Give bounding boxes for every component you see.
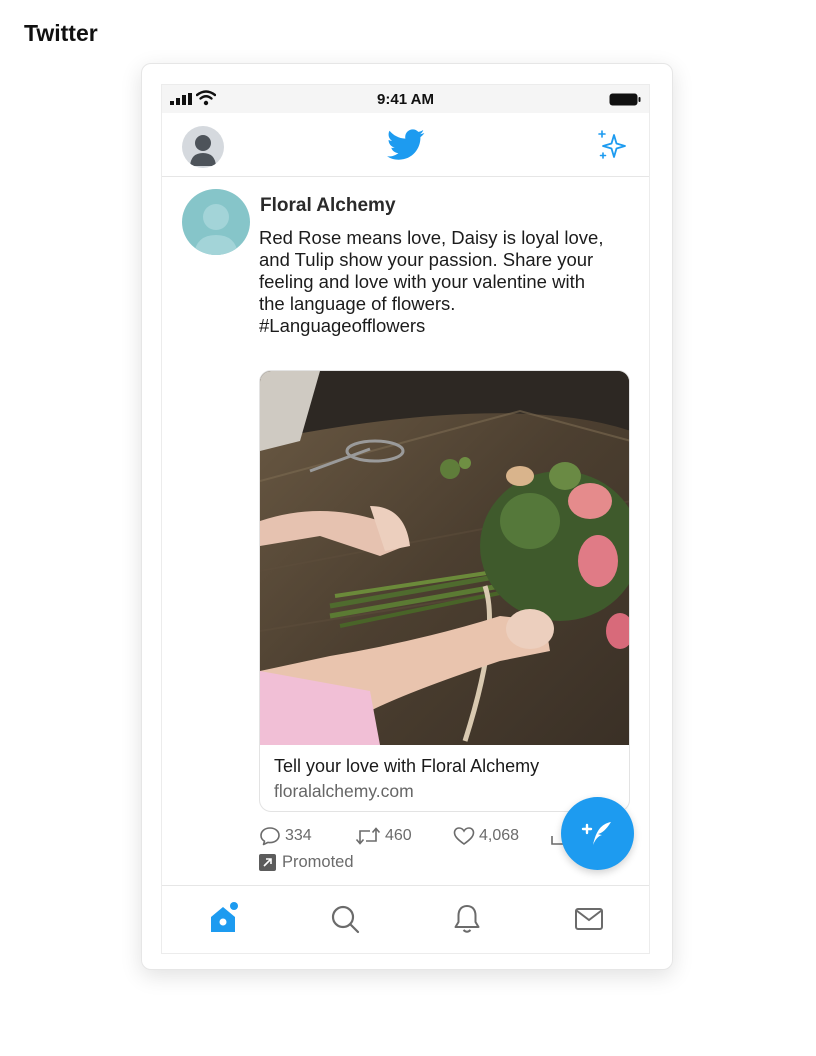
tweet-text-line: the language of flowers. — [259, 293, 456, 314]
compose-tweet-button[interactable] — [561, 797, 634, 870]
top-bar — [162, 113, 649, 177]
bell-icon[interactable] — [450, 902, 484, 936]
status-bar: 9:41 AM — [162, 85, 649, 113]
battery-icon — [609, 93, 641, 106]
person-icon — [190, 135, 216, 166]
tweet-text-line: feeling and love with your valentine wit… — [259, 271, 585, 292]
promoted-label: Promoted — [259, 851, 354, 873]
reply-count: 334 — [285, 827, 312, 844]
retweet-button[interactable]: 460 — [355, 824, 412, 848]
promoted-text: Promoted — [282, 852, 354, 871]
sparkle-icon[interactable] — [595, 129, 629, 161]
heart-icon — [453, 827, 475, 845]
hashtag-link[interactable]: #Languageofflowers — [259, 315, 619, 337]
card-domain[interactable]: floralalchemy.com — [274, 781, 414, 802]
like-count: 4,068 — [479, 827, 520, 844]
bottom-nav — [162, 885, 649, 953]
reply-button[interactable]: 334 — [259, 824, 312, 848]
retweet-icon — [355, 827, 381, 845]
tweet-text-line: Red Rose means love, Daisy is loyal love… — [259, 227, 604, 248]
compose-quill-icon — [581, 821, 611, 845]
person-icon — [194, 204, 238, 255]
twitter-bird-icon[interactable] — [387, 129, 425, 161]
profile-avatar[interactable] — [182, 126, 224, 168]
reply-icon — [260, 827, 280, 846]
flower-bouquet-photo[interactable] — [260, 371, 630, 745]
status-time: 9:41 AM — [377, 91, 434, 108]
retweet-count: 460 — [385, 827, 412, 844]
tweet-text-line: and Tulip show your passion. Share your — [259, 249, 594, 270]
link-card[interactable]: Tell your love with Floral Alchemy flora… — [259, 370, 630, 812]
author-name[interactable]: Floral Alchemy — [260, 195, 396, 217]
like-button[interactable]: 4,068 — [453, 824, 519, 848]
card-title[interactable]: Tell your love with Floral Alchemy — [274, 756, 539, 777]
page-label: Twitter — [24, 20, 98, 46]
search-icon[interactable] — [328, 902, 362, 936]
home-icon[interactable] — [206, 902, 240, 936]
promoted-icon — [259, 853, 276, 871]
phone-screen: 9:41 AM Floral Alchemy Red Rose means lo… — [161, 84, 650, 954]
mail-icon[interactable] — [572, 902, 606, 936]
tweet-text: Red Rose means love, Daisy is loyal love… — [259, 227, 619, 337]
author-avatar[interactable] — [182, 189, 250, 255]
